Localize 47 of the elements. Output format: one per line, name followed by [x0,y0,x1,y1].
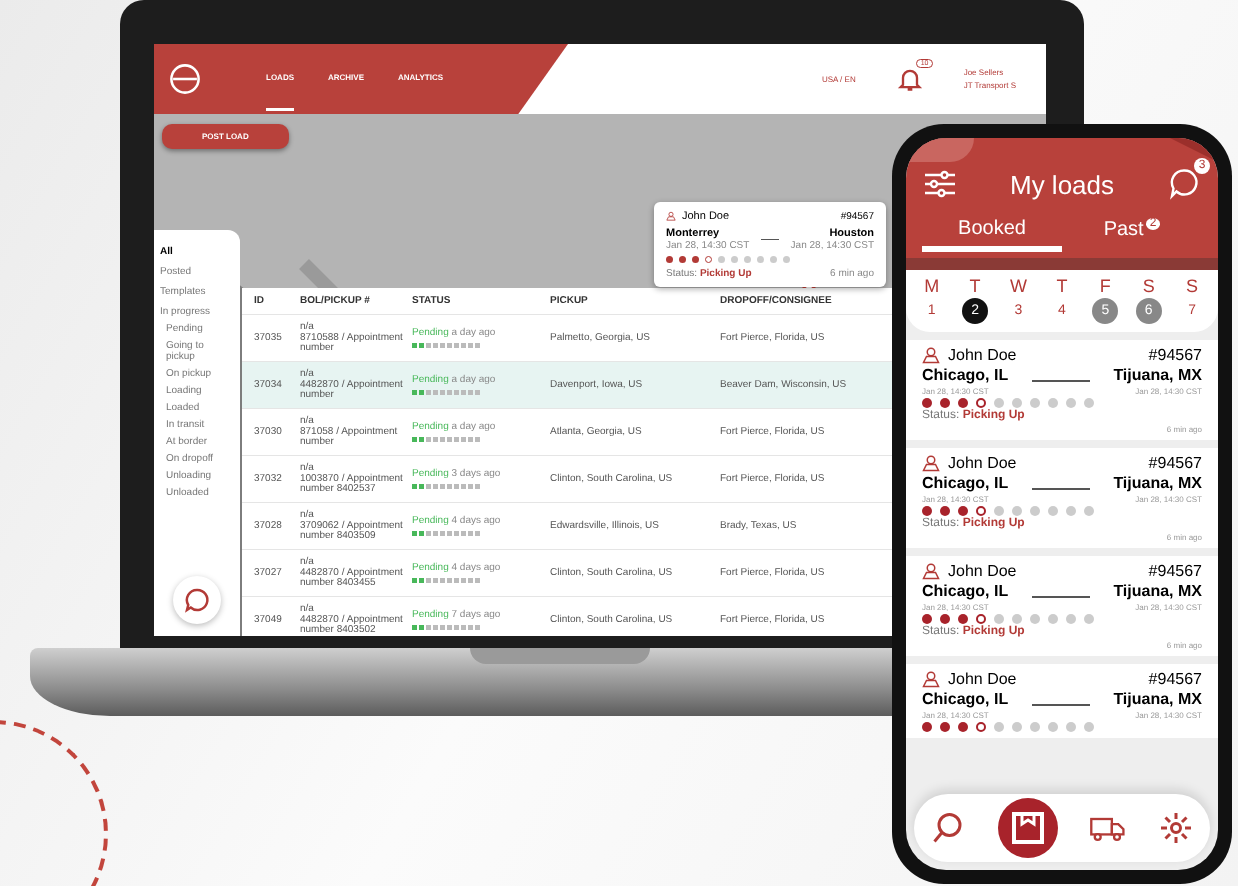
progress-squares [412,436,480,442]
load-number: #94567 [1148,346,1202,364]
box-icon[interactable] [998,798,1058,858]
driver-name: John Doe [948,454,1019,472]
chat-button[interactable] [173,576,221,624]
origin-city: Chicago, IL [922,690,1009,708]
weekday-label: F [1099,276,1111,296]
load-number: #94567 [1148,454,1202,472]
weekday-label: M [924,276,940,296]
destination-city: Tijuana, MX [1113,582,1202,600]
origin-city: Chicago, IL [922,582,1009,600]
weekday-label: S [1142,276,1155,296]
settings-icon[interactable] [1158,810,1194,846]
progress-squares [412,624,480,630]
load-number: #94567 [1148,562,1202,580]
tab[interactable]: Past $^{2}$ [1062,214,1202,253]
bell-icon[interactable] [895,65,924,93]
progress-squares [412,483,480,489]
driver-name: John Doe [948,670,1019,688]
progress-squares [412,577,480,583]
driver-name: John Doe [948,562,1019,580]
progress-squares [412,530,480,536]
decorative-shape [906,138,974,162]
weekday-label: W [1010,276,1027,296]
load-number: #94567 [1148,670,1202,688]
destination-city: Tijuana, MX [1113,474,1202,492]
driver-icon [922,454,940,472]
origin-city: Chicago, IL [922,366,1009,384]
destination-city: Tijuana, MX [1113,366,1202,384]
logo-icon [168,62,202,96]
screen-title: My loads [1009,169,1115,199]
destination-city: Tijuana, MX [1113,690,1202,708]
origin-city: Chicago, IL [922,474,1009,492]
progress-squares [412,342,480,348]
driver-icon [922,346,940,364]
progress-squares [412,389,480,395]
driver-icon [922,670,940,688]
weekday-label: T [1056,276,1068,296]
weekday-label: S [1186,276,1199,296]
driver-name: John Doe [948,346,1019,364]
search-icon[interactable] [930,810,966,846]
chat-icon [182,585,212,615]
weekday-label: T [969,276,981,296]
tab[interactable]: Booked [922,214,1062,253]
chat-icon[interactable] [1166,166,1202,202]
filter-sliders-icon[interactable] [922,166,958,202]
driver-icon [922,562,940,580]
